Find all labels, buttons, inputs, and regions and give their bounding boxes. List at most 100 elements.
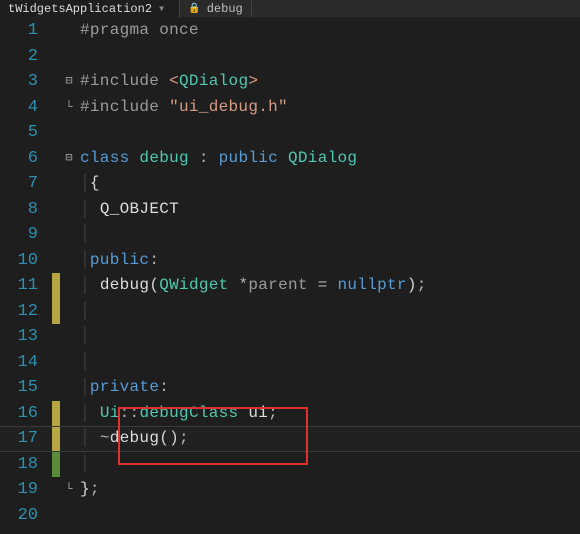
line-number: 5 — [0, 120, 52, 146]
file-tab-right[interactable]: 🔒 debug — [180, 1, 251, 17]
line-number: 18 — [0, 452, 52, 478]
line-number: 12 — [0, 299, 52, 325]
fold-gutter — [60, 18, 78, 44]
code-text[interactable]: class debug : public QDialog — [78, 146, 580, 172]
code-line[interactable]: 17 │ ~debug(); — [0, 426, 580, 452]
tab-bar: tWidgetsApplication2 ▾ 🔒 debug — [0, 0, 580, 18]
code-line[interactable]: 13 │ — [0, 324, 580, 350]
line-number: 3 — [0, 69, 52, 95]
line-number: 17 — [0, 426, 52, 452]
line-number: 9 — [0, 222, 52, 248]
code-text[interactable]: │ Q_OBJECT — [78, 197, 580, 223]
change-marker — [52, 273, 60, 299]
fold-gutter — [60, 452, 78, 478]
code-line[interactable]: 6 ⊟class debug : public QDialog — [0, 146, 580, 172]
code-line[interactable]: 14 │ — [0, 350, 580, 376]
line-number: 11 — [0, 273, 52, 299]
change-marker — [52, 18, 60, 44]
change-marker — [52, 299, 60, 325]
code-line[interactable]: 8│ Q_OBJECT — [0, 197, 580, 223]
line-number: 1 — [0, 18, 52, 44]
code-text[interactable]: }; — [78, 477, 580, 503]
line-number: 4 — [0, 95, 52, 121]
line-number: 16 — [0, 401, 52, 427]
code-line[interactable]: 11 │ debug(QWidget *parent = nullptr); — [0, 273, 580, 299]
file-tab-left[interactable]: tWidgetsApplication2 ▾ — [0, 0, 180, 17]
code-text[interactable] — [78, 120, 580, 146]
change-marker — [52, 426, 60, 452]
code-text[interactable]: │ — [78, 350, 580, 376]
code-text[interactable]: │ debug(QWidget *parent = nullptr); — [78, 273, 580, 299]
change-marker — [52, 324, 60, 350]
code-text[interactable] — [78, 44, 580, 70]
code-text[interactable]: │ — [78, 324, 580, 350]
line-number: 14 — [0, 350, 52, 376]
line-number: 6 — [0, 146, 52, 172]
line-number: 7 — [0, 171, 52, 197]
code-line[interactable]: 18 │ — [0, 452, 580, 478]
fold-gutter — [60, 324, 78, 350]
code-line[interactable]: 9│ — [0, 222, 580, 248]
fold-gutter — [60, 273, 78, 299]
fold-gutter — [60, 426, 78, 452]
line-number: 19 — [0, 477, 52, 503]
code-text[interactable]: │private: — [78, 375, 580, 401]
line-number: 15 — [0, 375, 52, 401]
code-text[interactable] — [78, 503, 580, 529]
code-line[interactable]: 1 #pragma once — [0, 18, 580, 44]
change-marker — [52, 120, 60, 146]
code-text[interactable]: │{ — [78, 171, 580, 197]
code-text[interactable]: #pragma once — [78, 18, 580, 44]
fold-gutter — [60, 503, 78, 529]
change-marker — [52, 69, 60, 95]
fold-toggle-icon[interactable]: ⊟ — [60, 146, 78, 172]
code-line[interactable]: 5 — [0, 120, 580, 146]
change-marker — [52, 477, 60, 503]
fold-toggle-icon[interactable]: ⊟ — [60, 69, 78, 95]
change-marker — [52, 197, 60, 223]
change-marker — [52, 95, 60, 121]
fold-gutter — [60, 197, 78, 223]
change-marker — [52, 222, 60, 248]
fold-toggle-icon[interactable]: └ — [60, 477, 78, 503]
tab-label: debug — [207, 2, 243, 16]
fold-toggle-icon[interactable]: └ — [60, 95, 78, 121]
code-text[interactable]: │ — [78, 452, 580, 478]
fold-gutter — [60, 222, 78, 248]
fold-gutter — [60, 171, 78, 197]
fold-gutter — [60, 350, 78, 376]
code-line[interactable]: 20 — [0, 503, 580, 529]
change-marker — [52, 44, 60, 70]
code-text[interactable]: │ ~debug(); — [78, 426, 580, 452]
code-text[interactable]: #include <QDialog> — [78, 69, 580, 95]
code-text[interactable]: │public: — [78, 248, 580, 274]
code-line[interactable]: 4 └#include "ui_debug.h" — [0, 95, 580, 121]
line-number: 20 — [0, 503, 52, 529]
code-line[interactable]: 19 └}; — [0, 477, 580, 503]
lock-icon: 🔒 — [188, 3, 200, 15]
code-line[interactable]: 10│public: — [0, 248, 580, 274]
fold-gutter — [60, 120, 78, 146]
change-marker — [52, 350, 60, 376]
fold-gutter — [60, 375, 78, 401]
code-text[interactable]: │ — [78, 222, 580, 248]
code-line[interactable]: 3 ⊟#include <QDialog> — [0, 69, 580, 95]
code-line[interactable]: 16 │ Ui::debugClass ui; — [0, 401, 580, 427]
line-number: 2 — [0, 44, 52, 70]
code-text[interactable]: #include "ui_debug.h" — [78, 95, 580, 121]
line-number: 13 — [0, 324, 52, 350]
code-line[interactable]: 12 │ — [0, 299, 580, 325]
change-marker — [52, 146, 60, 172]
fold-gutter — [60, 401, 78, 427]
code-line[interactable]: 7 │{ — [0, 171, 580, 197]
change-marker — [52, 503, 60, 529]
code-line[interactable]: 2 — [0, 44, 580, 70]
change-marker — [52, 452, 60, 478]
code-text[interactable]: │ — [78, 299, 580, 325]
code-text[interactable]: │ Ui::debugClass ui; — [78, 401, 580, 427]
fold-gutter — [60, 248, 78, 274]
code-line[interactable]: 15 │private: — [0, 375, 580, 401]
dropdown-icon[interactable]: ▾ — [158, 1, 171, 16]
code-editor[interactable]: 1#pragma once23⊟#include <QDialog>4└#inc… — [0, 18, 580, 534]
tab-label: tWidgetsApplication2 — [8, 2, 152, 16]
